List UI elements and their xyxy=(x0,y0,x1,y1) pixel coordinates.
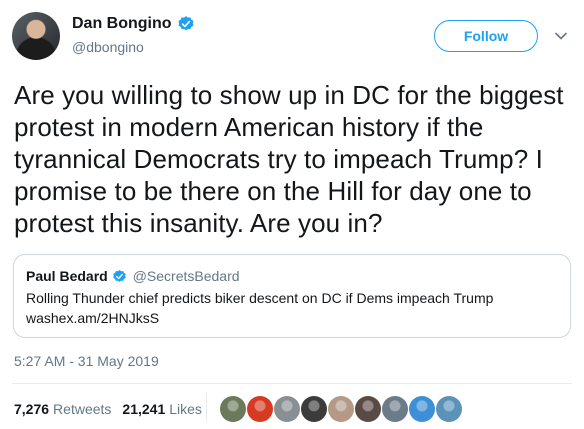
liker-avatar-6[interactable] xyxy=(355,396,381,422)
liker-avatar-8[interactable] xyxy=(409,396,435,422)
liker-avatar-3[interactable] xyxy=(274,396,300,422)
likers-avatar-row xyxy=(220,396,463,422)
liker-avatar-9[interactable] xyxy=(436,396,462,422)
liker-avatar-4[interactable] xyxy=(301,396,327,422)
likes-count: 21,241 xyxy=(122,401,166,417)
quoted-display-name: Paul Bedard xyxy=(26,268,108,284)
verified-badge-icon xyxy=(178,16,194,31)
stats-divider xyxy=(206,392,207,422)
liker-avatar-5[interactable] xyxy=(328,396,354,422)
quoted-tweet[interactable]: Paul Bedard @SecretsBedard Rolling Thund… xyxy=(13,254,571,338)
follow-button[interactable]: Follow xyxy=(434,20,538,52)
retweets-stat[interactable]: 7,276 Retweets xyxy=(14,400,111,418)
author-handle[interactable]: @dbongino xyxy=(72,38,195,56)
author-block: Dan Bongino @dbongino xyxy=(72,14,195,56)
author-name-row: Dan Bongino xyxy=(72,14,195,34)
quoted-author-row: Paul Bedard @SecretsBedard xyxy=(26,267,558,285)
likes-stat[interactable]: 21,241 Likes xyxy=(122,400,202,418)
quoted-text: Rolling Thunder chief predicts biker des… xyxy=(26,290,494,306)
liker-avatar-7[interactable] xyxy=(382,396,408,422)
author-avatar[interactable] xyxy=(12,12,60,60)
divider xyxy=(12,383,572,384)
tweet-timestamp[interactable]: 5:27 AM - 31 May 2019 xyxy=(14,352,159,370)
chevron-down-icon[interactable] xyxy=(553,28,569,44)
verified-badge-icon xyxy=(112,269,126,282)
likes-label: Likes xyxy=(169,401,202,417)
retweets-count: 7,276 xyxy=(14,401,50,417)
quoted-link[interactable]: washex.am/2HNJksS xyxy=(26,309,558,327)
liker-avatar-1[interactable] xyxy=(220,396,246,422)
retweets-label: Retweets xyxy=(53,401,112,417)
tweet-text: Are you willing to show up in DC for the… xyxy=(14,80,564,238)
tweet-stats: 7,276 Retweets 21,241 Likes xyxy=(14,400,202,418)
liker-avatar-2[interactable] xyxy=(247,396,273,422)
author-display-name[interactable]: Dan Bongino xyxy=(72,14,172,34)
quoted-handle: @SecretsBedard xyxy=(132,268,240,284)
